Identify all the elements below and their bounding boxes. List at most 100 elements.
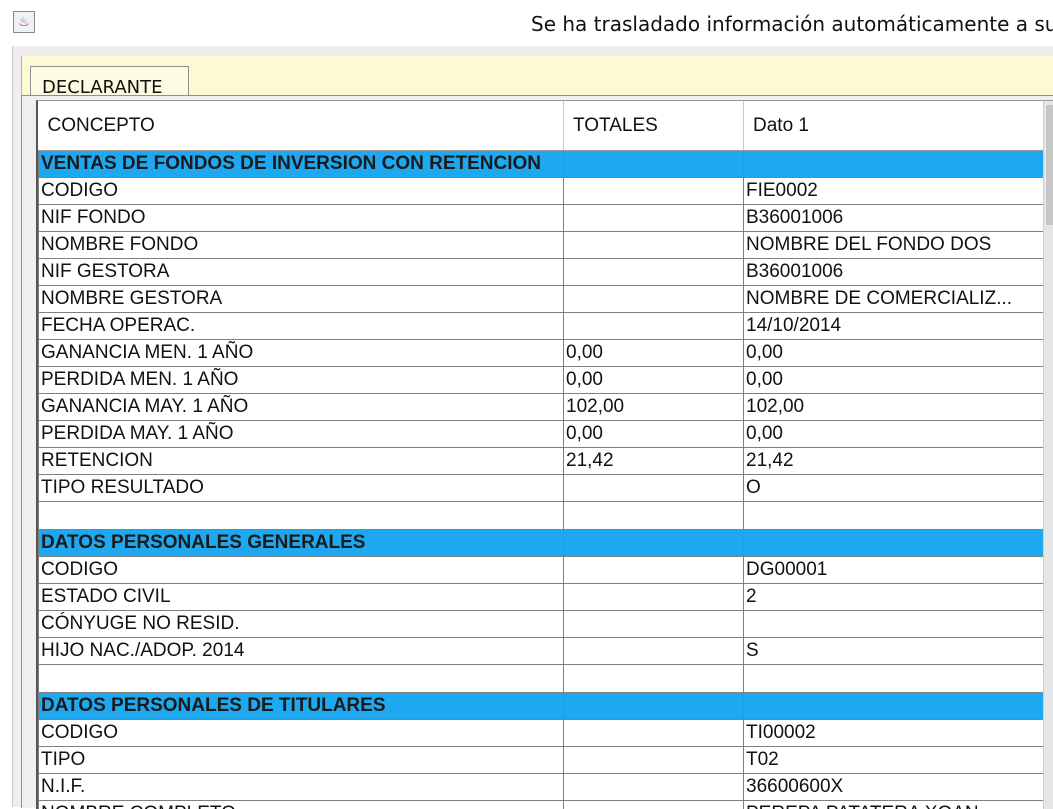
dato-1-cell[interactable]: NOMBRE DE COMERCIALIZ...	[744, 286, 1044, 313]
dato-1-cell[interactable]: T02	[744, 747, 1044, 774]
column-header-totales[interactable]: TOTALES	[564, 101, 744, 151]
dato-1-cell[interactable]: B36001006	[744, 205, 1044, 232]
dato-1-cell[interactable]: NOMBRE DEL FONDO DOS	[744, 232, 1044, 259]
concepto-cell[interactable]: FECHA OPERAC.	[39, 313, 564, 340]
dato-1-cell[interactable]: S	[744, 638, 1044, 665]
dato-1-cell[interactable]: O	[744, 475, 1044, 502]
java-icon[interactable]: ♨	[13, 11, 35, 33]
totales-cell[interactable]	[564, 801, 744, 809]
section-header-row[interactable]: DATOS PERSONALES GENERALES	[39, 530, 1044, 557]
concepto-cell[interactable]: TIPO RESULTADO	[39, 475, 564, 502]
dato-1-cell[interactable]: 0,00	[744, 421, 1044, 448]
empty-row[interactable]	[39, 502, 1044, 530]
dato-1-cell[interactable]: TI00002	[744, 720, 1044, 747]
totales-cell[interactable]	[564, 259, 744, 286]
totales-cell[interactable]: 0,00	[564, 421, 744, 448]
table-row[interactable]: NIF FONDO B36001006	[39, 205, 1044, 232]
totales-cell[interactable]	[564, 151, 744, 178]
dato-1-cell[interactable]: B36001006	[744, 259, 1044, 286]
table-row[interactable]: CODIGO DG00001	[39, 557, 1044, 584]
table-row[interactable]: NOMBRE GESTORA NOMBRE DE COMERCIALIZ...	[39, 286, 1044, 313]
column-header-dato-1[interactable]: Dato 1	[744, 101, 1044, 151]
totales-cell[interactable]	[564, 584, 744, 611]
totales-cell[interactable]	[564, 747, 744, 774]
table-row[interactable]: ESTADO CIVIL 2	[39, 584, 1044, 611]
table-row[interactable]: NOMBRE COMPLETO PEREPA PATATERA XOAN	[39, 801, 1044, 809]
totales-cell[interactable]: 21,42	[564, 448, 744, 475]
totales-cell[interactable]	[564, 205, 744, 232]
totales-cell[interactable]: 0,00	[564, 340, 744, 367]
concepto-cell[interactable]: PERDIDA MAY. 1 AÑO	[39, 421, 564, 448]
table-row[interactable]: TIPO RESULTADO O	[39, 475, 1044, 502]
totales-cell[interactable]	[564, 774, 744, 801]
totales-cell[interactable]	[564, 611, 744, 638]
table-row[interactable]: GANANCIA MEN. 1 AÑO0,000,00	[39, 340, 1044, 367]
table-row[interactable]: NOMBRE FONDO NOMBRE DEL FONDO DOS	[39, 232, 1044, 259]
concepto-cell[interactable]: N.I.F.	[39, 774, 564, 801]
concepto-cell[interactable]: GANANCIA MAY. 1 AÑO	[39, 394, 564, 421]
dato-1-cell[interactable]: 36600600X	[744, 774, 1044, 801]
section-header-row[interactable]: DATOS PERSONALES DE TITULARES	[39, 693, 1044, 720]
concepto-cell[interactable]: VENTAS DE FONDOS DE INVERSION CON RETENC…	[39, 151, 564, 178]
table-row[interactable]: TIPO T02	[39, 747, 1044, 774]
dato-1-cell[interactable]: 102,00	[744, 394, 1044, 421]
totales-cell[interactable]: 0,00	[564, 367, 744, 394]
concepto-cell[interactable]: ESTADO CIVIL	[39, 584, 564, 611]
dato-1-cell[interactable]: FIE0002	[744, 178, 1044, 205]
dato-1-cell[interactable]: 14/10/2014	[744, 313, 1044, 340]
totales-cell[interactable]	[564, 665, 744, 693]
dato-1-cell[interactable]: 2	[744, 584, 1044, 611]
dato-1-cell[interactable]	[744, 665, 1044, 693]
totales-cell[interactable]	[564, 178, 744, 205]
table-row[interactable]: HIJO NAC./ADOP. 2014 S	[39, 638, 1044, 665]
concepto-cell[interactable]: CODIGO	[39, 557, 564, 584]
dato-1-cell[interactable]: 21,42	[744, 448, 1044, 475]
dato-1-cell[interactable]	[744, 502, 1044, 530]
concepto-cell[interactable]: RETENCION	[39, 448, 564, 475]
concepto-cell[interactable]: GANANCIA MEN. 1 AÑO	[39, 340, 564, 367]
dato-1-cell[interactable]	[744, 151, 1044, 178]
concepto-cell[interactable]	[39, 665, 564, 693]
totales-cell[interactable]	[564, 313, 744, 340]
concepto-cell[interactable]: PERDIDA MEN. 1 AÑO	[39, 367, 564, 394]
table-row[interactable]: PERDIDA MEN. 1 AÑO0,000,00	[39, 367, 1044, 394]
concepto-cell[interactable]: CÓNYUGE NO RESID.	[39, 611, 564, 638]
concepto-cell[interactable]: DATOS PERSONALES DE TITULARES	[39, 693, 564, 720]
table-row[interactable]: NIF GESTORAB36001006	[39, 259, 1044, 286]
column-header-concepto[interactable]: CONCEPTO	[39, 101, 564, 151]
concepto-cell[interactable]	[39, 502, 564, 530]
scrollbar-thumb[interactable]	[1046, 105, 1053, 225]
dato-1-cell[interactable]: 0,00	[744, 340, 1044, 367]
table-row[interactable]: N.I.F. 36600600X	[39, 774, 1044, 801]
dato-1-cell[interactable]: PEREPA PATATERA XOAN	[744, 801, 1044, 809]
table-row[interactable]: CODIGOTI00002	[39, 720, 1044, 747]
concepto-cell[interactable]: NOMBRE FONDO	[39, 232, 564, 259]
table-row[interactable]: FECHA OPERAC. 14/10/2014	[39, 313, 1044, 340]
concepto-cell[interactable]: NIF FONDO	[39, 205, 564, 232]
totales-cell[interactable]	[564, 557, 744, 584]
table-row[interactable]: CODIGOFIE0002	[39, 178, 1044, 205]
table-scroll-area[interactable]: CONCEPTO TOTALES Dato 1 VENTAS DE FONDOS…	[36, 100, 1053, 809]
totales-cell[interactable]	[564, 693, 744, 720]
totales-cell[interactable]	[564, 232, 744, 259]
section-header-row[interactable]: VENTAS DE FONDOS DE INVERSION CON RETENC…	[39, 151, 1044, 178]
concepto-cell[interactable]: DATOS PERSONALES GENERALES	[39, 530, 564, 557]
table-row[interactable]: PERDIDA MAY. 1 AÑO0,000,00	[39, 421, 1044, 448]
totales-cell[interactable]	[564, 720, 744, 747]
concepto-cell[interactable]: NOMBRE GESTORA	[39, 286, 564, 313]
totales-cell[interactable]	[564, 502, 744, 530]
totales-cell[interactable]	[564, 530, 744, 557]
totales-cell[interactable]	[564, 638, 744, 665]
dato-1-cell[interactable]	[744, 530, 1044, 557]
empty-row[interactable]	[39, 665, 1044, 693]
table-row[interactable]: GANANCIA MAY. 1 AÑO102,00102,00	[39, 394, 1044, 421]
totales-cell[interactable]	[564, 475, 744, 502]
concepto-cell[interactable]: TIPO	[39, 747, 564, 774]
dato-1-cell[interactable]: DG00001	[744, 557, 1044, 584]
totales-cell[interactable]: 102,00	[564, 394, 744, 421]
totales-cell[interactable]	[564, 286, 744, 313]
concepto-cell[interactable]: NOMBRE COMPLETO	[39, 801, 564, 809]
table-row[interactable]: CÓNYUGE NO RESID.	[39, 611, 1044, 638]
concepto-cell[interactable]: HIJO NAC./ADOP. 2014	[39, 638, 564, 665]
vertical-scrollbar[interactable]	[1043, 101, 1053, 809]
